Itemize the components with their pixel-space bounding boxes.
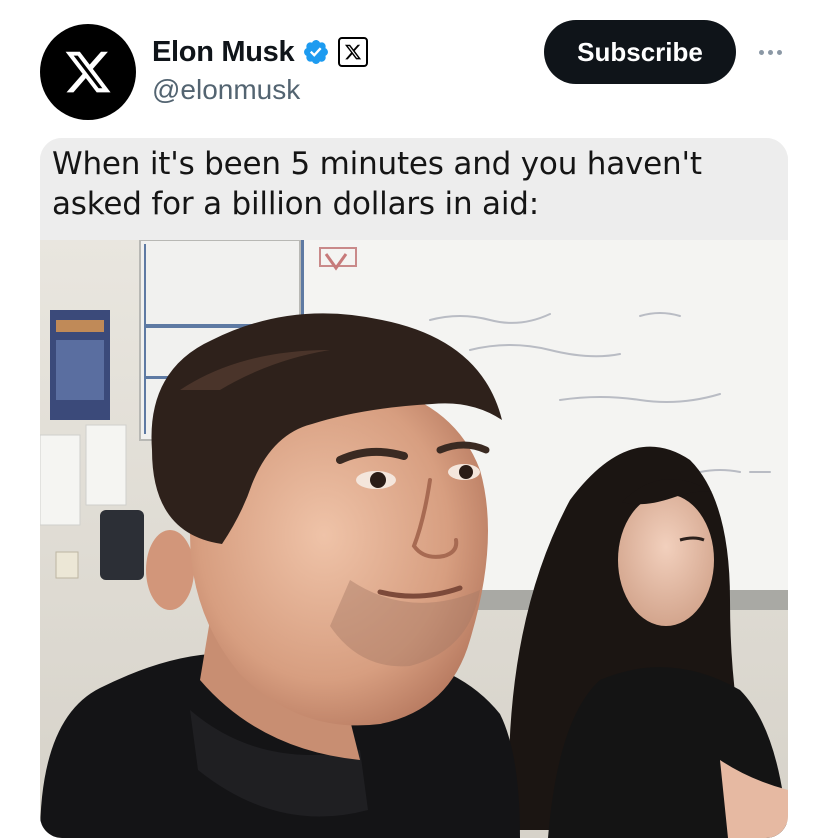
subscribe-button[interactable]: Subscribe bbox=[544, 20, 736, 84]
post-media[interactable]: When it's been 5 minutes and you haven't… bbox=[40, 138, 788, 838]
author-avatar[interactable] bbox=[40, 24, 136, 120]
x-logo-icon bbox=[65, 51, 111, 93]
x-affiliate-badge-icon bbox=[338, 37, 369, 67]
meme-photo bbox=[40, 240, 788, 838]
author-handle[interactable]: @elonmusk bbox=[152, 74, 300, 106]
meme-caption-area: When it's been 5 minutes and you haven't… bbox=[40, 138, 788, 240]
author-display-name[interactable]: Elon Musk bbox=[152, 36, 295, 69]
verified-badge-icon bbox=[302, 38, 330, 66]
meme-caption: When it's been 5 minutes and you haven't… bbox=[52, 146, 702, 222]
more-horizontal-icon bbox=[758, 49, 764, 55]
author-name-row: Elon Musk bbox=[152, 32, 369, 72]
more-options-button[interactable] bbox=[752, 40, 788, 64]
